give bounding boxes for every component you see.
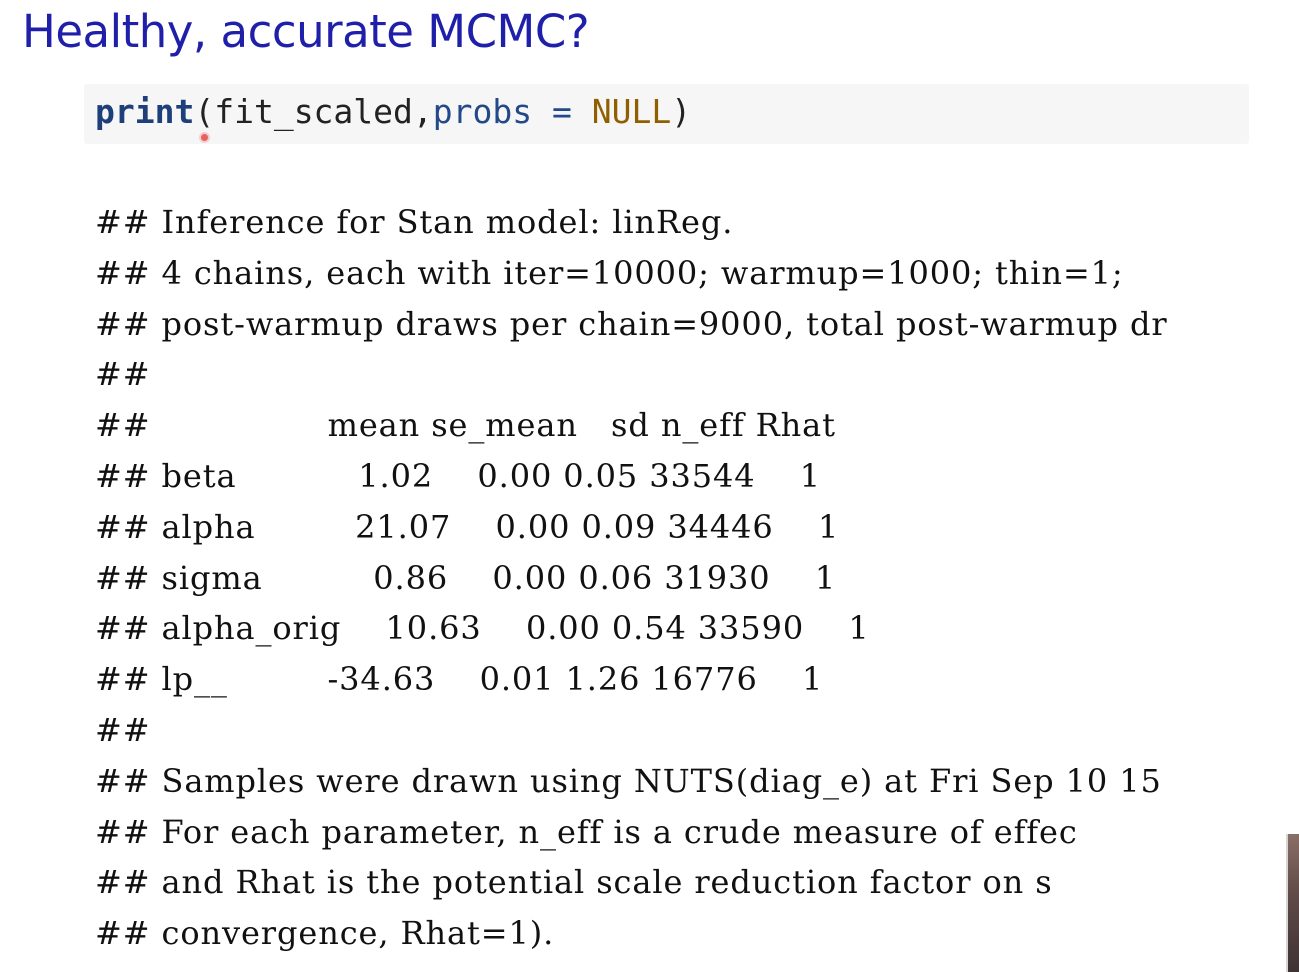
webcam-overlay: [1286, 834, 1299, 972]
output-table-row: ## beta 1.02 0.00 0.05 33544 1: [95, 456, 822, 495]
code-arg-value: NULL: [591, 92, 672, 131]
output-line: ## convergence, Rhat=1).: [95, 914, 555, 953]
code-line: print(fit_scaled,probs = NULL): [95, 84, 691, 144]
code-open-paren: (: [194, 92, 215, 131]
output-table-row: ## alpha_orig 10.63 0.00 0.54 33590 1: [95, 609, 870, 648]
pointer-cursor-icon: [201, 134, 208, 141]
console-output: ## Inference for Stan model: linReg. ## …: [95, 197, 1168, 959]
output-line: ## Samples were drawn using NUTS(diag_e)…: [95, 761, 1162, 800]
output-line: ## post-warmup draws per chain=9000, tot…: [95, 304, 1168, 343]
output-table-row: ## alpha 21.07 0.00 0.09 34446 1: [95, 507, 840, 546]
output-line: ## Inference for Stan model: linReg.: [95, 203, 734, 241]
output-line: ## and Rhat is the potential scale reduc…: [95, 863, 1053, 902]
code-chunk: print(fit_scaled,probs = NULL): [84, 84, 1249, 144]
code-equals: =: [532, 92, 592, 131]
output-line: ##: [95, 355, 151, 394]
code-arg-name: probs: [432, 92, 533, 131]
code-close-paren: ): [671, 92, 692, 131]
output-line: ##: [95, 710, 151, 749]
output-table-header: ## mean se_mean sd n_eff Rhat: [95, 406, 836, 445]
output-line: ## 4 chains, each with iter=10000; warmu…: [95, 253, 1124, 292]
code-function: print: [95, 92, 195, 131]
output-table-row: ## lp__ -34.63 0.01 1.26 16776 1: [95, 660, 824, 699]
output-table-row: ## sigma 0.86 0.00 0.06 31930 1: [95, 558, 837, 597]
code-arg-object: fit_scaled: [214, 92, 413, 131]
code-comma: ,: [412, 92, 433, 131]
slide-title: Healthy, accurate MCMC?: [22, 5, 590, 58]
output-line: ## For each parameter, n_eff is a crude …: [95, 812, 1078, 851]
